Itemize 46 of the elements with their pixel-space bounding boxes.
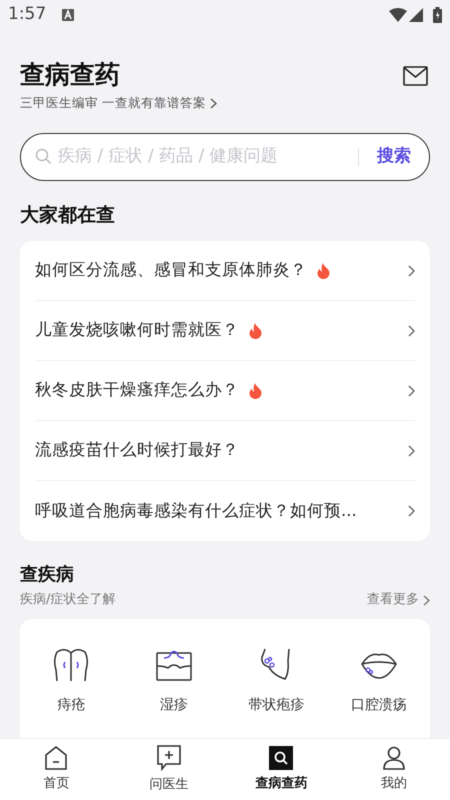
nav-tab[interactable]: 我的 — [338, 739, 450, 800]
question-row[interactable]: 呼吸道合胞病毒感染有什么症状？如何预... — [35, 481, 415, 542]
section-title: 查疾病 — [20, 563, 75, 588]
buttocks-icon — [53, 648, 90, 682]
question-row[interactable]: 儿童发烧咳嗽何时需就医？ — [35, 301, 415, 362]
subtitle-link[interactable]: 三甲医生编审 一查就有靠谱答案 — [20, 94, 206, 113]
chevron-right-icon — [210, 98, 217, 109]
chevron-right-icon — [408, 384, 415, 397]
disease-link[interactable]: 带状疱疹 — [248, 694, 304, 716]
chevron-right-icon — [408, 324, 415, 337]
wifi-icon — [389, 8, 407, 22]
question-text: 儿童发烧咳嗽何时需就医？ — [35, 319, 239, 342]
signal-icon — [409, 8, 423, 22]
question-row[interactable]: 如何区分流感、感冒和支原体肺炎？ — [35, 241, 415, 302]
section-subtitle: 疾病/症状全了解 — [20, 591, 116, 610]
search-icon — [35, 148, 52, 166]
question-row[interactable]: 秋冬皮肤干燥瘙痒怎么办？ — [35, 361, 415, 422]
mail-icon[interactable] — [403, 66, 428, 86]
nav-tab[interactable]: 首页 — [0, 739, 112, 800]
disease-link[interactable]: 湿疹 — [160, 694, 188, 716]
search-field[interactable]: 疾病 / 症状 / 药品 / 健康问题 搜索 — [20, 132, 430, 181]
home-icon — [45, 746, 68, 770]
question-text: 呼吸道合胞病毒感染有什么症状？如何预... — [35, 500, 357, 522]
status-time: 1:57 — [8, 3, 46, 26]
notification-icon — [62, 9, 74, 21]
question-text: 秋冬皮肤干燥瘙痒怎么办？ — [35, 379, 239, 402]
chevron-right-icon — [423, 594, 430, 606]
search-button[interactable]: 搜索 — [377, 144, 411, 170]
see-more-link[interactable]: 查看更多 — [367, 590, 419, 610]
person-icon — [382, 746, 406, 770]
battery-icon — [433, 7, 442, 23]
chevron-right-icon — [408, 444, 415, 457]
question-text: 如何区分流感、感冒和支原体肺炎？ — [35, 259, 307, 282]
nav-tab[interactable]: 查病查药 — [225, 739, 338, 800]
chevron-right-icon — [408, 264, 415, 277]
chat-plus-icon — [156, 744, 181, 771]
disease-link[interactable]: 痔疮 — [57, 694, 86, 716]
question-row[interactable]: 流感疫苗什么时候打最好？ — [35, 421, 415, 482]
skin-layer-icon — [156, 648, 192, 681]
chevron-right-icon — [408, 505, 415, 518]
disease-link[interactable]: 口腔溃疡 — [350, 694, 407, 716]
nav-tab[interactable]: 问医生 — [112, 739, 225, 800]
question-text: 流感疫苗什么时候打最好？ — [35, 439, 239, 462]
search-icon — [269, 746, 294, 770]
page-title: 查病查药 — [20, 59, 121, 91]
section-title: 大家都在查 — [20, 202, 116, 228]
